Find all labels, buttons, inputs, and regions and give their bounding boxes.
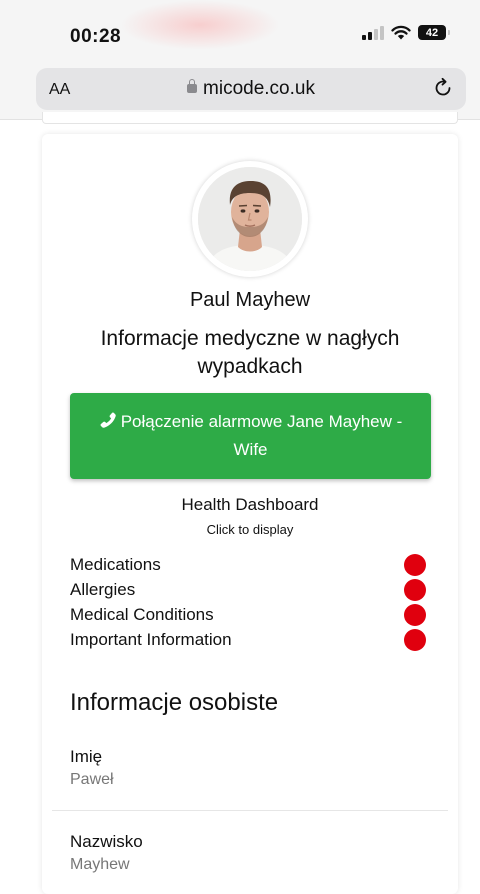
profile-name: Paul Mayhew [189,289,311,311]
health-item-label: Allergies [70,579,136,599]
wifi-icon [391,25,411,40]
field-last-name: Nazwisko Mayhew [70,832,143,874]
field-first-name: Imię Paweł [70,747,114,789]
status-indicator-dot [404,553,426,576]
phone-icon [100,412,116,428]
profile-card: Paul Mayhew Informacje medyczne w nagłyc… [42,134,458,894]
address-bar[interactable]: AA micode.co.uk [36,68,466,110]
status-icons: 42 [362,25,450,40]
field-label: Nazwisko [70,832,143,851]
health-dashboard-list: Medications Allergies Medical Conditions… [70,552,426,652]
field-value: Mayhew [70,856,130,873]
health-item-allergies[interactable]: Allergies [70,577,426,602]
emergency-call-button[interactable]: Połączenie alarmowe Jane Mayhew - Wife [70,393,431,479]
avatar [192,161,308,277]
address-domain[interactable]: micode.co.uk [36,78,466,100]
previous-card-edge [42,112,458,124]
cellular-signal-icon [362,25,384,40]
status-indicator-dot [404,603,426,626]
health-item-label: Important Information [70,629,232,649]
status-time: 00:28 [70,26,122,47]
field-label: Imię [70,747,103,766]
health-item-important-information[interactable]: Important Information [70,627,426,652]
field-value: Paweł [70,771,114,788]
domain-text: micode.co.uk [203,78,315,99]
status-bar: 00:28 42 [0,0,480,64]
lock-icon [187,79,198,93]
field-divider [52,810,448,811]
person-portrait-icon [198,167,302,271]
emergency-call-label: Połączenie alarmowe Jane Mayhew - Wife [120,412,403,459]
page-subtitle: Informacje medyczne w nagłych wypadkach [100,327,400,378]
health-item-medications[interactable]: Medications [70,552,426,577]
health-item-medical-conditions[interactable]: Medical Conditions [70,602,426,627]
health-dashboard-hint: Click to display [206,522,294,537]
avatar-photo [198,167,302,271]
battery-icon: 42 [418,25,450,40]
personal-info-title: Informacje osobiste [70,689,279,716]
health-item-label: Medications [70,554,161,574]
status-glow [120,0,280,50]
health-item-label: Medical Conditions [70,604,214,624]
health-dashboard-title[interactable]: Health Dashboard [42,495,458,515]
reload-icon[interactable] [432,77,454,99]
status-indicator-dot [404,578,426,601]
status-indicator-dot [404,628,426,651]
